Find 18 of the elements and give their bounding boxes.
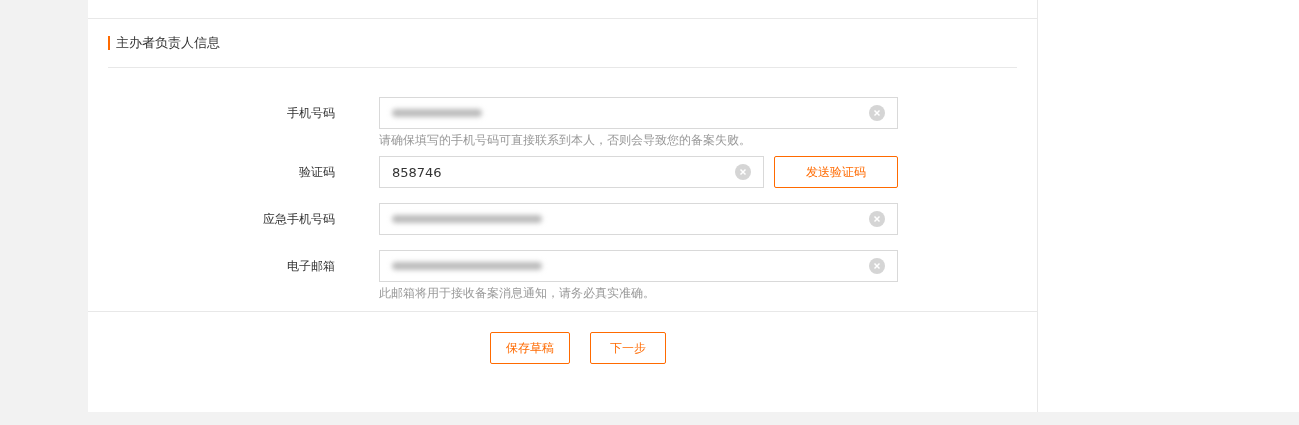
input-field[interactable]: 858746 xyxy=(379,156,764,188)
field-label: 手机号码 xyxy=(286,105,335,122)
field-hint: 此邮箱将用于接收备案消息通知，请务必真实准确。 xyxy=(379,286,656,301)
clear-icon[interactable] xyxy=(735,164,751,180)
clear-icon[interactable] xyxy=(869,258,885,274)
next-button[interactable]: 下一步 xyxy=(589,332,666,364)
field-label: 应急手机号码 xyxy=(262,211,335,228)
field-label: 电子邮箱 xyxy=(286,258,335,275)
field-hint: 请确保填写的手机号码可直接联系到本人，否则会导致您的备案失败。 xyxy=(379,133,752,148)
input-field[interactable] xyxy=(379,250,898,282)
clear-icon[interactable] xyxy=(869,105,885,121)
input-field[interactable] xyxy=(379,203,898,235)
send-code-button[interactable]: 发送验证码 xyxy=(774,156,898,188)
clear-icon[interactable] xyxy=(869,211,885,227)
section-title: 主办者负责人信息 xyxy=(108,36,220,50)
field-label: 验证码 xyxy=(298,164,335,181)
save-draft-button[interactable]: 保存草稿 xyxy=(489,332,570,364)
input-field[interactable] xyxy=(379,97,898,129)
